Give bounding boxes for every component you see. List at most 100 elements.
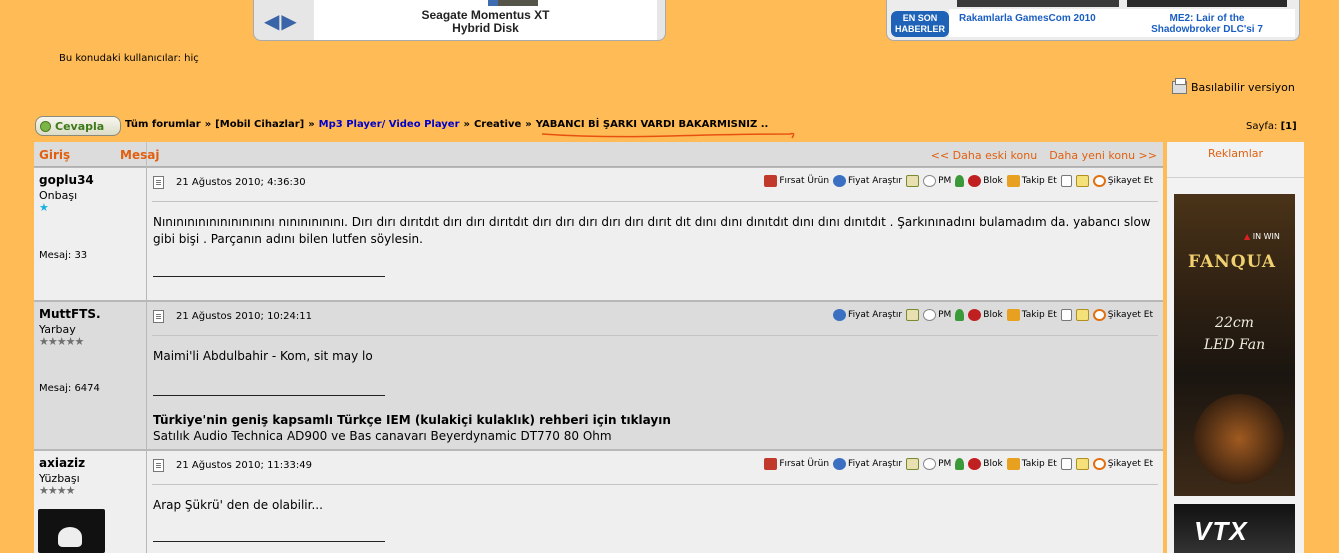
ads-header: Reklamlar — [1167, 142, 1304, 178]
follow-button[interactable]: Takip Et — [1006, 175, 1057, 187]
next-arrow-icon[interactable]: ▶ — [281, 11, 296, 31]
folder-button[interactable] — [1075, 309, 1089, 321]
news-link-1[interactable]: Rakamlarla GamesCom 2010 — [959, 13, 1096, 24]
report-button[interactable]: Şikayet Et — [1092, 309, 1153, 321]
email-button[interactable] — [906, 309, 920, 321]
top-banner-news: EN SON HABERLER Rakamlarla GamesCom 2010… — [886, 0, 1300, 41]
latest-news-badge: EN SON HABERLER — [891, 11, 949, 37]
gift-icon — [764, 458, 778, 470]
folder-icon — [1075, 175, 1089, 187]
follow-icon — [1006, 458, 1020, 470]
post-icon — [153, 310, 164, 323]
username[interactable]: axiaziz — [39, 456, 85, 470]
folder-button[interactable] — [1075, 175, 1089, 187]
post: axiaziz Yüzbaşı ★★★★ 21 Ağustos 2010; 11… — [34, 451, 1163, 553]
ad-banner-vtx[interactable]: VTX — [1174, 504, 1295, 553]
top-banner-product[interactable]: ◀ ▶ Seagate Momentus XT Hybrid Disk — [253, 0, 666, 41]
block-button[interactable]: Blok — [968, 458, 1003, 470]
folder-button[interactable] — [1075, 458, 1089, 470]
block-hand-icon — [968, 458, 982, 470]
banner-product-title[interactable]: Seagate Momentus XT Hybrid Disk — [314, 9, 657, 35]
pm-button[interactable]: PM — [923, 175, 951, 187]
price-search-button[interactable]: Fiyat Araştır — [833, 175, 902, 187]
signature-divider — [153, 395, 385, 396]
signature-link[interactable]: Türkiye'nin geniş kapsamlı Türkçe IEM (k… — [153, 413, 671, 427]
username[interactable]: goplu34 — [39, 173, 94, 187]
email-button[interactable] — [906, 175, 920, 187]
breadcrumb-mobile-devices[interactable]: [Mobil Cihazlar] — [215, 119, 304, 130]
block-button[interactable]: Blok — [968, 175, 1003, 187]
ad-banner-fan[interactable]: ▲ IN WIN FANQUA 22cm LED Fan — [1174, 194, 1295, 496]
signature-divider — [153, 541, 385, 542]
document-icon — [1060, 175, 1072, 187]
printer-icon — [1172, 78, 1187, 94]
report-button[interactable]: Şikayet Et — [1092, 175, 1153, 187]
page-1-link[interactable]: [1] — [1281, 121, 1297, 132]
folder-icon — [1075, 458, 1089, 470]
post-actions: Fırsat Ürün Fiyat Araştır PM Blok Takip … — [764, 458, 1153, 470]
signature-text: Satılık Audio Technica AD900 ve Bas cana… — [153, 429, 612, 443]
breadcrumb: Tüm forumlar » [Mobil Cihazlar] » Mp3 Pl… — [125, 119, 769, 130]
topic-navigation: << Daha eski konu Daha yeni konu >> — [931, 149, 1157, 162]
pm-button[interactable]: PM — [923, 309, 951, 321]
older-topic-link[interactable]: << Daha eski konu — [931, 149, 1037, 162]
follow-button[interactable]: Takip Et — [1006, 458, 1057, 470]
ad-tagline: 22cm LED Fan — [1203, 315, 1266, 353]
follow-button[interactable]: Takip Et — [1006, 309, 1057, 321]
pm-bubble-icon — [923, 175, 937, 187]
post-icon — [153, 459, 164, 472]
ad-vtx-logo: VTX — [1194, 516, 1248, 546]
username[interactable]: MuttFTS. — [39, 307, 101, 321]
block-button[interactable]: Blok — [968, 309, 1003, 321]
post-author-panel: MuttFTS. Yarbay ★★★★★ Mesaj: 6474 — [34, 302, 146, 449]
warning-icon — [1092, 309, 1106, 321]
quote-button[interactable] — [1060, 309, 1072, 321]
avatar[interactable] — [38, 509, 105, 553]
login-link[interactable]: Giriş — [39, 148, 70, 162]
post-meta: 21 Ağustos 2010; 4:36:30 — [153, 176, 306, 189]
quote-button[interactable] — [1060, 458, 1072, 470]
post-author-panel: goplu34 Onbaşı ★ Mesaj: 33 — [34, 168, 146, 300]
breadcrumb-mp3-player[interactable]: Mp3 Player/ Video Player — [319, 119, 460, 130]
news-image-1 — [957, 0, 1119, 7]
post-timestamp: 21 Ağustos 2010; 4:36:30 — [176, 177, 306, 188]
deal-button[interactable]: Fırsat Ürün — [764, 175, 829, 187]
message-column-header: Mesaj — [120, 148, 160, 162]
thread-header: Giriş Mesaj << Daha eski konu Daha yeni … — [34, 142, 1163, 167]
deal-button[interactable]: Fırsat Ürün — [764, 458, 829, 470]
breadcrumb-creative[interactable]: Creative — [474, 119, 521, 130]
red-underline-annotation — [541, 132, 795, 139]
price-search-button[interactable]: Fiyat Araştır — [833, 309, 902, 321]
mail-icon — [906, 175, 920, 187]
banner-arrows[interactable]: ◀ ▶ — [264, 10, 314, 32]
block-hand-icon — [968, 175, 982, 187]
message-count: Mesaj: 33 — [39, 250, 88, 261]
add-friend-button[interactable] — [955, 309, 965, 321]
globe-icon — [833, 309, 847, 321]
reply-button[interactable]: Cevapla — [35, 116, 121, 136]
post-meta: 21 Ağustos 2010; 11:33:49 — [153, 459, 312, 472]
printable-version-link[interactable]: Basılabilir versiyon — [1172, 78, 1295, 94]
newer-topic-link[interactable]: Daha yeni konu >> — [1049, 149, 1157, 162]
post-actions: Fırsat Ürün Fiyat Araştır PM Blok Takip … — [764, 175, 1153, 187]
post-text: Nınınınınınınınınınını nınınınınını. Dır… — [153, 215, 1151, 246]
breadcrumb-all-forums[interactable]: Tüm forumlar — [125, 119, 201, 130]
follow-icon — [1006, 175, 1020, 187]
news-image-2 — [1127, 0, 1287, 7]
add-friend-button[interactable] — [955, 175, 965, 187]
reply-icon — [40, 120, 51, 132]
news-link-2[interactable]: ME2: Lair of the Shadowbroker DLC'si 7 — [1127, 13, 1287, 35]
email-button[interactable] — [906, 458, 920, 470]
quote-button[interactable] — [1060, 175, 1072, 187]
pm-bubble-icon — [923, 458, 937, 470]
signature-divider — [153, 276, 385, 277]
topic-viewers: Bu konudaki kullanıcılar: hiç — [59, 53, 199, 64]
fan-glow — [1194, 394, 1284, 484]
report-button[interactable]: Şikayet Et — [1092, 458, 1153, 470]
pm-button[interactable]: PM — [923, 458, 951, 470]
prev-arrow-icon[interactable]: ◀ — [264, 11, 279, 31]
add-friend-button[interactable] — [955, 458, 965, 470]
price-search-button[interactable]: Fiyat Araştır — [833, 458, 902, 470]
gift-icon — [764, 175, 778, 187]
globe-icon — [833, 175, 847, 187]
